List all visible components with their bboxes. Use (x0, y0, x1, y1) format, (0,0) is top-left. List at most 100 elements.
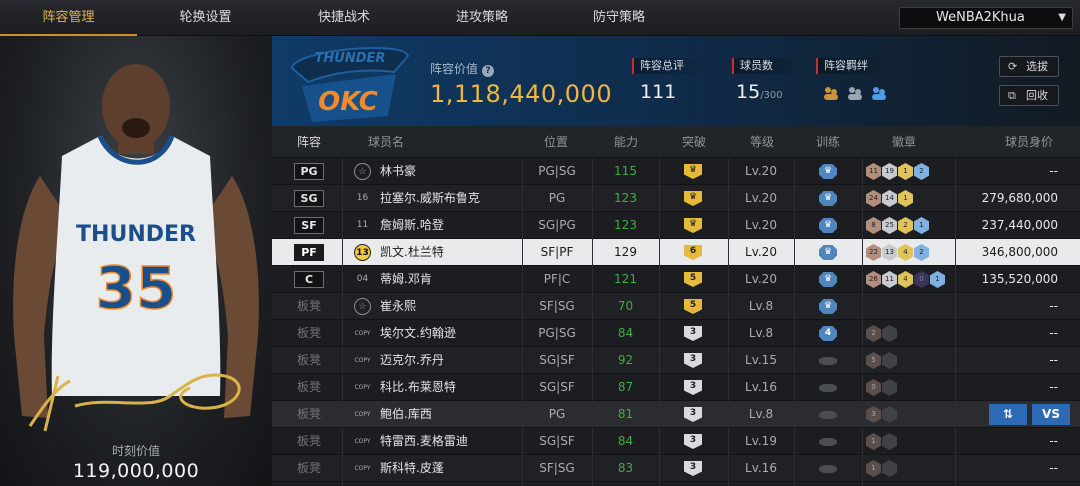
table-row[interactable]: 板凳 COPY 鲍伯.库西 PG 81 3 Lv.8 3 ⇅ VS (272, 401, 1080, 428)
tab-quick-tactics[interactable]: 快捷战术 (274, 0, 414, 36)
player-portrait: THUNDER 35 (13, 64, 259, 432)
total-rating-label: 阵容总评 (632, 58, 708, 74)
badge-group[interactable]: 8 25 2 1 (866, 217, 930, 234)
badge-group[interactable]: 0 (866, 379, 898, 396)
training-icon[interactable] (819, 411, 837, 419)
table-row[interactable]: 板凳 COPY 斯科特.皮蓬 SF|SG 83 3 Lv.16 1 -- (272, 455, 1080, 482)
player-name[interactable]: 凯文.杜兰特 (380, 239, 444, 266)
training-icon[interactable]: ♛ (819, 191, 837, 206)
recycle-button[interactable]: ⧉ 回收 (999, 85, 1059, 106)
training-icon[interactable]: ♛ (819, 164, 837, 179)
player-name[interactable]: 拉塞尔.威斯布鲁克 (380, 185, 480, 212)
jersey-number-badge: COPY (354, 357, 371, 364)
training-icon[interactable]: ♛ (819, 299, 837, 314)
vs-button[interactable]: VS (1032, 404, 1070, 425)
player-level: Lv.8 (748, 299, 774, 313)
player-ability: 84 (617, 326, 634, 340)
training-icon[interactable]: ♛ (819, 245, 837, 260)
player-name[interactable]: 林书豪 (380, 158, 416, 185)
account-dropdown[interactable]: WeNBA2Khua ▼ (899, 7, 1073, 29)
badge-group[interactable]: 11 19 1 2 (866, 163, 930, 180)
badge-group[interactable]: 2 (866, 325, 898, 342)
bond-icons[interactable] (822, 83, 892, 107)
select-button[interactable]: ⟳ 选拔 (999, 56, 1059, 77)
position-slot[interactable]: SG (294, 190, 324, 207)
table-row[interactable]: 板凳 ☆ 崔永熙 SF|SG 70 5 Lv.8 ♛ -- (272, 293, 1080, 320)
position-slot[interactable]: C (294, 271, 324, 288)
badge-hex (882, 325, 897, 342)
bond-icon-1 (824, 87, 838, 100)
bench-slot: 板凳 (296, 353, 321, 367)
player-position: PG|SG (538, 326, 576, 340)
badge-group[interactable]: 24 14 1 (866, 190, 914, 207)
tab-lineup-management[interactable]: 阵容管理 (0, 0, 137, 36)
help-icon[interactable]: ? (482, 65, 495, 77)
breakthrough-badge: 3 (684, 407, 702, 422)
position-slot[interactable]: PF (294, 244, 324, 261)
position-slot[interactable]: PG (294, 163, 324, 180)
badge-hex: 8 (866, 217, 881, 234)
breakthrough-badge: 6 (684, 245, 702, 260)
player-name[interactable]: 崔永熙 (380, 293, 416, 320)
lineup-value: 1,118,440,000 (430, 80, 613, 108)
position-slot[interactable]: SF (294, 217, 324, 234)
training-icon[interactable] (819, 465, 837, 473)
table-row[interactable]: SF 11 詹姆斯.哈登 SG|PG 123 ♛ Lv.20 ♛ 8 25 2 1 237,440,00… (272, 212, 1080, 239)
badge-group[interactable]: 5 (866, 352, 898, 369)
player-position: PG|SG (538, 164, 576, 178)
okc-thunder-logo: THUNDER OKC (290, 47, 410, 122)
badge-group[interactable]: 22 13 4 2 (866, 244, 930, 261)
badge-group[interactable]: 3 (866, 406, 898, 423)
player-name[interactable]: 科比.布莱恩特 (380, 374, 456, 401)
jersey-number-badge: COPY (354, 438, 371, 445)
badge-hex: 1 (898, 190, 913, 207)
table-row[interactable]: C 04 蒂姆.邓肯 PF|C 121 5 Lv.20 ♛ 26 11 4 0 1 135,520,000 (272, 266, 1080, 293)
badge-group[interactable]: 1 (866, 433, 898, 450)
top-nav-bar: 阵容管理 轮换设置 快捷战术 进攻策略 防守策略 WeNBA2Khua ▼ (0, 0, 1080, 36)
table-row[interactable]: SG 16 拉塞尔.威斯布鲁克 PG 123 ♛ Lv.20 ♛ 24 14 1 279,680,00… (272, 185, 1080, 212)
table-row[interactable]: PG ☆ 林书豪 PG|SG 115 ♛ Lv.20 ♛ 11 19 1 2 -- (272, 158, 1080, 185)
training-icon[interactable] (819, 357, 837, 365)
player-name[interactable]: 特雷西.麦格雷迪 (380, 428, 468, 455)
player-ability: 121 (614, 272, 637, 286)
table-row[interactable]: 板凳 COPY 埃尔文.约翰逊 PG|SG 84 3 Lv.8 4 2 -- (272, 320, 1080, 347)
badge-group[interactable]: 26 11 4 0 1 (866, 271, 946, 288)
training-icon[interactable]: ♛ (819, 218, 837, 233)
col-ability: 能力 (613, 135, 638, 149)
badge-hex: 1 (866, 433, 881, 450)
player-name[interactable]: 迈克尔.乔丹 (380, 347, 444, 374)
player-name[interactable]: 斯科特.皮蓬 (380, 455, 444, 482)
table-row[interactable]: PF 13 凯文.杜兰特 SF|PF 129 6 Lv.20 ♛ 22 13 4 2 346,800,0… (272, 239, 1080, 266)
featured-player-panel: THUNDER 35 时刻价值 119,000,000 (0, 36, 272, 486)
table-row[interactable]: 板凳 COPY 科比.布莱恩特 SG|SF 87 3 Lv.16 0 -- (272, 374, 1080, 401)
badge-hex: 22 (866, 244, 881, 261)
player-name[interactable]: 詹姆斯.哈登 (380, 212, 444, 239)
badge-hex (882, 406, 897, 423)
badge-group[interactable]: 1 (866, 460, 898, 477)
player-name[interactable]: 埃尔文.约翰逊 (380, 320, 456, 347)
player-name[interactable]: 蒂姆.邓肯 (380, 266, 432, 293)
col-player-value: 球员身价 (1004, 135, 1053, 149)
training-icon[interactable]: 4 (819, 326, 837, 341)
player-position: SG|PG (538, 218, 576, 232)
recycle-icon: ⧉ (1008, 89, 1016, 102)
badge-hex: 1 (898, 163, 913, 180)
player-position: PG (548, 191, 566, 205)
badge-hex: 0 (914, 271, 929, 288)
tab-defense-strategy[interactable]: 防守策略 (550, 0, 688, 36)
table-row[interactable]: 板凳 COPY 特雷西.麦格雷迪 SG|SF 84 3 Lv.19 1 -- (272, 428, 1080, 455)
table-row[interactable]: 板凳 COPY 迈克尔.乔丹 SG|SF 92 3 Lv.15 5 -- (272, 347, 1080, 374)
bench-slot: 板凳 (296, 434, 321, 448)
training-icon[interactable] (819, 438, 837, 446)
tab-rotation-settings[interactable]: 轮换设置 (137, 0, 274, 36)
player-count-label: 球员数 (732, 58, 808, 74)
player-name[interactable]: 鲍伯.库西 (380, 401, 432, 428)
training-icon[interactable]: ♛ (819, 272, 837, 287)
tab-offense-strategy[interactable]: 进攻策略 (414, 0, 550, 36)
player-ability: 129 (614, 245, 637, 259)
badge-hex: 1 (914, 217, 929, 234)
training-icon[interactable] (819, 384, 837, 392)
jersey-number-badge: 11 (356, 220, 369, 230)
swap-button[interactable]: ⇅ (989, 404, 1027, 425)
player-value: -- (1049, 461, 1058, 475)
